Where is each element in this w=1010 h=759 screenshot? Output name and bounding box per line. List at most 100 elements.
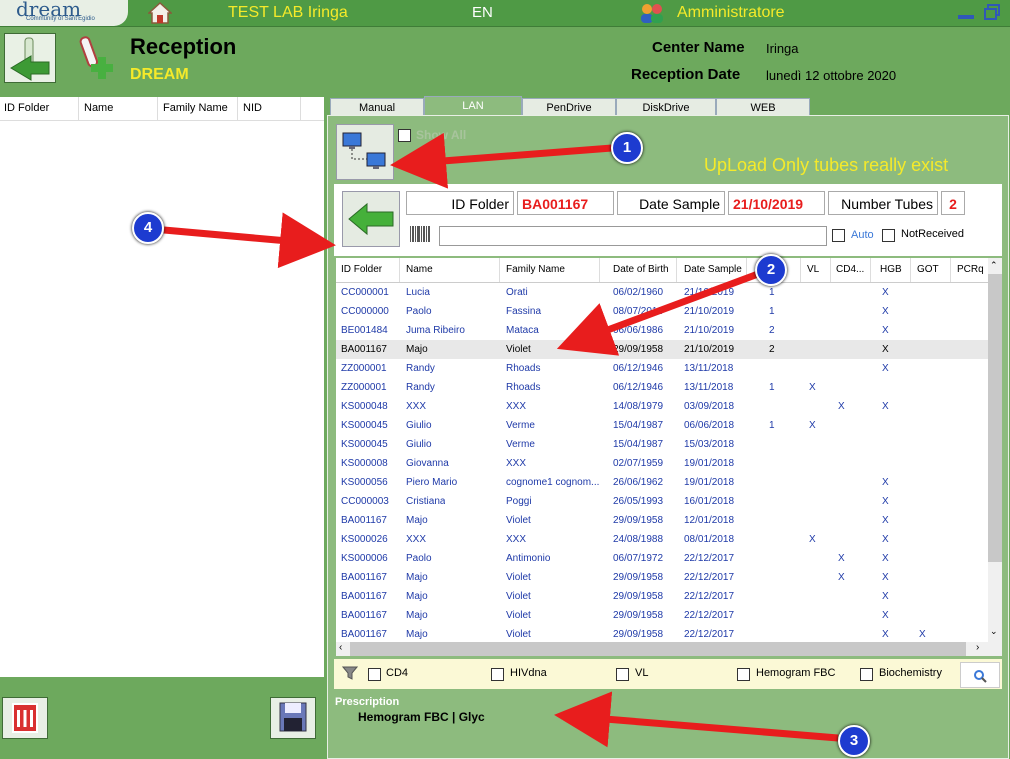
table-col-header[interactable]: Date of Birth	[613, 264, 669, 275]
table-cell: 15/03/2018	[684, 439, 735, 450]
table-cell: Poggi	[506, 496, 532, 507]
vertical-scroll-thumb[interactable]	[988, 274, 1002, 562]
barcode-input[interactable]	[439, 226, 827, 246]
page-title: Reception	[130, 34, 237, 59]
home-icon[interactable]	[147, 1, 173, 24]
filter-vl-label: VL	[635, 667, 649, 679]
show-all-checkbox[interactable]	[398, 129, 411, 142]
back-button[interactable]	[4, 33, 56, 83]
filter-hivdna-label: HIVdna	[510, 667, 547, 679]
filter-hivdna-checkbox[interactable]	[491, 668, 504, 681]
scroll-down-icon[interactable]: ⌄	[990, 626, 998, 637]
table-cell: Paolo	[406, 553, 432, 564]
tab-lan[interactable]: LAN	[424, 96, 522, 117]
minimize-icon[interactable]	[958, 15, 974, 19]
table-row[interactable]: ZZ000001 Randy Rhoads 06/12/1946 13/11/2018 X	[336, 359, 988, 378]
barcode-icon	[408, 224, 434, 244]
table-row[interactable]: CC000001 Lucia Orati 06/02/1960 21/10/2019 1 X	[336, 283, 988, 302]
table-cell: 1	[769, 382, 775, 393]
table-col-header[interactable]: Family Name	[506, 264, 565, 275]
table-cell: X	[809, 534, 816, 545]
col-nid[interactable]: NID	[243, 102, 262, 114]
table-row[interactable]: KS000006 Paolo Antimonio 06/07/1972 22/12/20…	[336, 549, 988, 568]
table-cell: BA001167	[341, 591, 387, 602]
scroll-right-icon[interactable]: ›	[976, 642, 979, 653]
table-cell: 02/07/1959	[613, 458, 664, 469]
table-row[interactable]: BA001167 Majo Violet 29/09/1958 12/01/2018 X	[336, 511, 988, 530]
table-row[interactable]: BA001167 Majo Violet 29/09/1958 22/12/2017 X	[336, 587, 988, 606]
table-cell: X	[919, 629, 926, 640]
table-cell: Majo	[406, 629, 428, 640]
date-sample-label: Date Sample	[617, 191, 725, 215]
center-name-value: Iringa	[766, 41, 799, 56]
table-cell: 03/09/2018	[684, 401, 735, 412]
not-received-checkbox[interactable]	[882, 229, 895, 242]
table-cell: X	[882, 591, 889, 602]
table-cell: X	[809, 420, 816, 431]
table-row[interactable]: KS000045 Giulio Verme 15/04/1987 15/03/2018	[336, 435, 988, 454]
table-cell: 21/10/2019	[684, 287, 735, 298]
filter-cd4-checkbox[interactable]	[368, 668, 381, 681]
table-cell: Cristiana	[406, 496, 446, 507]
table-row[interactable]: KS000045 Giulio Verme 15/04/1987 06/06/2018 1…	[336, 416, 988, 435]
scroll-left-icon[interactable]: ‹	[339, 642, 342, 653]
table-cell: BA001167	[341, 344, 387, 355]
horizontal-scroll-thumb[interactable]	[350, 642, 966, 656]
table-col-header[interactable]: VL	[807, 264, 819, 275]
table-cell: X	[882, 534, 889, 545]
table-cell: X	[882, 325, 889, 336]
reception-list[interactable]: ID Folder Name Family Name NID	[0, 97, 324, 677]
scroll-up-icon[interactable]: ⌃	[990, 260, 998, 271]
table-cell: 22/12/2017	[684, 591, 735, 602]
table-row[interactable]: CC000000 Paolo Fassina 08/07/2011 21/10/2019…	[336, 302, 988, 321]
table-cell: Antimonio	[506, 553, 551, 564]
lan-connect-button[interactable]	[336, 124, 394, 180]
restore-icon[interactable]	[984, 4, 1000, 20]
table-row[interactable]: BA001167 Majo Violet 29/09/1958 22/12/2017 X	[336, 606, 988, 625]
table-col-header[interactable]: Name	[406, 264, 433, 275]
table-cell: XXX	[406, 534, 427, 545]
table-cell: Piero Mario	[406, 477, 458, 488]
table-row[interactable]: CC000003 Cristiana Poggi 26/05/1993 16/01/20…	[336, 492, 988, 511]
table-cell: X	[882, 515, 889, 526]
auto-checkbox[interactable]	[832, 229, 845, 242]
filter-hemogram-checkbox[interactable]	[737, 668, 750, 681]
table-row[interactable]: KS000048 XXX XXX 14/08/1979 03/09/2018 X X	[336, 397, 988, 416]
filter-hemogram-label: Hemogram FBC	[756, 667, 836, 679]
filter-vl-checkbox[interactable]	[616, 668, 629, 681]
table-row[interactable]: KS000056 Piero Mario cognome1 cognom... 26/…	[336, 473, 988, 492]
table-col-header[interactable]: Date Sample	[684, 264, 742, 275]
delete-button[interactable]	[2, 697, 48, 739]
language-selector[interactable]: EN	[472, 4, 493, 21]
table-cell: 22/12/2017	[684, 572, 735, 583]
col-family-name[interactable]: Family Name	[163, 102, 228, 114]
not-received-label: NotReceived	[901, 228, 964, 240]
table-col-header[interactable]: HGB	[880, 264, 902, 275]
table-col-header[interactable]: CD4...	[836, 264, 864, 275]
table-cell: X	[882, 629, 889, 640]
table-row[interactable]: BA001167 Majo Violet 29/09/1958 22/12/2017 X X	[336, 568, 988, 587]
table-row[interactable]: KS000008 Giovanna XXX 02/07/1959 19/01/2018	[336, 454, 988, 473]
filter-biochemistry-checkbox[interactable]	[860, 668, 873, 681]
import-arrow-button[interactable]	[342, 191, 400, 247]
table-row[interactable]: ZZ000001 Randy Rhoads 06/12/1946 13/11/2018 1…	[336, 378, 988, 397]
table-row[interactable]: BA001167 Majo Violet 29/09/1958 21/10/2019 2 X	[336, 340, 988, 359]
add-tube-icon[interactable]	[70, 33, 120, 81]
table-col-header[interactable]: ID Folder	[341, 264, 382, 275]
lab-name: TEST LAB Iringa	[228, 4, 348, 21]
table-row[interactable]: KS000026 XXX XXX 24/08/1988 08/01/2018 X X	[336, 530, 988, 549]
table-row[interactable]: BE001484 Juma Ribeiro Mataca 06/06/1986 21/1…	[336, 321, 988, 340]
table-col-header[interactable]: GOT	[917, 264, 939, 275]
samples-table-body[interactable]: CC000001 Lucia Orati 06/02/1960 21/10/2019 1 X…	[336, 283, 988, 642]
col-id-folder[interactable]: ID Folder	[4, 102, 49, 114]
table-cell: 13/11/2018	[684, 382, 734, 393]
col-name[interactable]: Name	[84, 102, 113, 114]
table-cell: X	[882, 477, 889, 488]
table-cell: 29/09/1958	[613, 344, 664, 355]
table-cell: BA001167	[341, 515, 387, 526]
samples-table[interactable]: ID Folder Name Family Name Date of Birth Dat…	[336, 258, 988, 642]
table-row[interactable]: BA001167 Majo Violet 29/09/1958 22/12/2017 X X	[336, 625, 988, 642]
search-button[interactable]	[960, 662, 1000, 688]
save-button[interactable]	[270, 697, 316, 739]
table-col-header[interactable]: PCRq	[957, 264, 984, 275]
